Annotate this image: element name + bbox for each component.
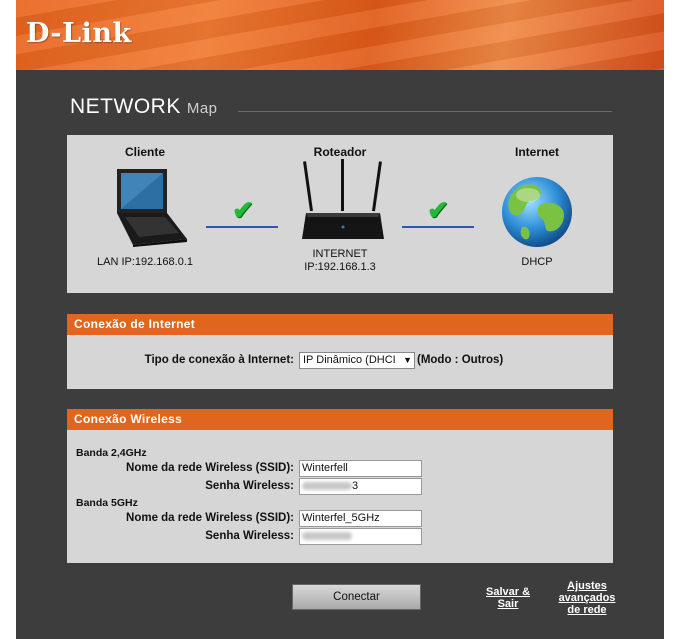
check-icon: ✔ (427, 195, 449, 225)
connection-mode: (Modo : Outros) (417, 354, 504, 366)
internet-info: DHCP (521, 256, 553, 268)
client-label: Cliente (124, 145, 165, 159)
page-title: NETWORK Map (70, 95, 218, 119)
save-exit-line1: Salvar & (485, 586, 531, 598)
wireless-section-header: Conexão Wireless (67, 409, 613, 430)
router-label: Roteador (313, 145, 367, 159)
internet-connection-section: Conexão de Internet Tipo de conexão à In… (67, 314, 613, 389)
band-24-label: Banda 2,4GHz (76, 447, 147, 459)
header-banner: D-Link (16, 0, 664, 70)
save-exit-line2: Sair (497, 598, 519, 610)
check-icon: ✔ (232, 195, 254, 225)
advanced-line1: Ajustes (567, 580, 607, 592)
advanced-line3: de rede (567, 604, 607, 616)
wireless-connection-section: Conexão Wireless Banda 2,4GHz Nome da re… (67, 409, 613, 563)
ssid-5-label: Nome da rede Wireless (SSID): (126, 512, 294, 524)
connection-type-select[interactable]: IP Dinâmico (DHCI ▼ (299, 352, 415, 369)
password-24-label: Senha Wireless: (205, 480, 294, 492)
password-24-input[interactable]: 3 (299, 478, 422, 495)
band-5-label: Banda 5GHz (76, 497, 138, 509)
dlink-logo: D-Link (26, 18, 132, 49)
connect-button[interactable]: Conectar (292, 584, 421, 610)
router-frame: D-Link NETWORK Map Cliente Roteador Inter… (16, 0, 664, 639)
ssid-5-input[interactable]: Winterfel_5GHz (299, 510, 422, 527)
router-info-line2: IP:192.168.1.3 (304, 261, 376, 273)
page-title-suffix: Map (186, 100, 218, 117)
router-info: INTERNET IP:192.168.1.3 (270, 248, 410, 274)
router-info-line1: INTERNET (312, 248, 368, 260)
client-info: LAN IP:192.168.0.1 (96, 256, 193, 268)
internet-label: Internet (514, 145, 559, 159)
password-24-suffix: 3 (352, 480, 359, 492)
globe-icon (502, 177, 572, 247)
advanced-line2: avançados (558, 592, 616, 604)
network-map-panel: Cliente Roteador Internet ✔ ✔ LAN IP:192… (67, 135, 613, 293)
client-router-link-line (206, 226, 278, 228)
connection-type-label: Tipo de conexão à Internet: (144, 354, 294, 366)
laptop-icon (117, 169, 187, 247)
title-divider (238, 111, 612, 112)
ssid-24-label: Nome da rede Wireless (SSID): (126, 462, 294, 474)
router-icon (302, 159, 384, 239)
internet-section-header: Conexão de Internet (67, 314, 613, 335)
router-internet-link-line (402, 226, 474, 228)
masked-password (302, 532, 352, 541)
password-5-label: Senha Wireless: (205, 530, 294, 542)
save-exit-link[interactable]: Salvar & Sair (478, 586, 538, 610)
password-5-input[interactable] (299, 528, 422, 545)
advanced-settings-link[interactable]: Ajustes avançados de rede (552, 580, 622, 616)
connection-type-value: IP Dinâmico (DHCI (303, 354, 396, 366)
chevron-down-icon: ▼ (403, 355, 412, 365)
page-title-main: NETWORK (70, 95, 181, 118)
masked-password (302, 482, 352, 491)
ssid-24-input[interactable]: Winterfell (299, 460, 422, 477)
